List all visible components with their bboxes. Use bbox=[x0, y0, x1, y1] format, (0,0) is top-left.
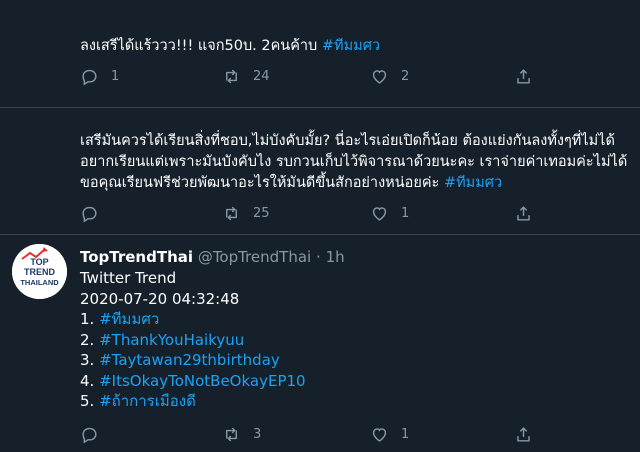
like-count: 1 bbox=[401, 426, 410, 442]
share-button[interactable] bbox=[514, 203, 533, 223]
retweet-button[interactable]: 25 bbox=[222, 203, 270, 223]
trend-rank: 1. bbox=[80, 310, 95, 328]
heart-icon bbox=[372, 69, 387, 84]
tweet-text: เสรีมันควรได้เรียนสิ่งที่ชอบ,ไม่บังคับมั… bbox=[80, 131, 628, 194]
hashtag-link[interactable]: #ItsOkayToNotBeOkayEP10 bbox=[99, 372, 305, 390]
trend-rank: 2. bbox=[80, 330, 95, 349]
hashtag-link[interactable]: #ทีมมศว bbox=[99, 310, 159, 328]
share-button[interactable] bbox=[514, 66, 533, 86]
retweet-count: 24 bbox=[253, 68, 270, 84]
like-button[interactable]: 2 bbox=[370, 66, 409, 86]
reply-button[interactable]: 1 bbox=[80, 66, 119, 86]
retweet-icon bbox=[226, 427, 237, 441]
tweet-body: Twitter Trend 2020-07-20 04:32:48 1. #ที… bbox=[80, 268, 306, 412]
logo-word-top: TOP bbox=[30, 257, 48, 267]
tweet-text: ลงเสรีได้แร้ววว!!! แจก50บ. 2คนค้าบ #ทีมม… bbox=[80, 36, 628, 57]
reply-count: 1 bbox=[111, 68, 120, 84]
reply-button[interactable] bbox=[80, 203, 111, 223]
share-icon bbox=[517, 426, 530, 442]
trend-timestamp: 2020-07-20 04:32:48 bbox=[80, 289, 240, 308]
like-button[interactable]: 1 bbox=[370, 424, 409, 444]
tweet-divider bbox=[0, 107, 640, 108]
hashtag-link[interactable]: #Taytawan29thbirthday bbox=[99, 351, 280, 369]
share-icon bbox=[517, 68, 530, 84]
display-name[interactable]: TopTrendThai bbox=[80, 248, 193, 266]
trend-item: 3. #Taytawan29thbirthday bbox=[80, 350, 306, 371]
tweet-header: TopTrendThai @TopTrendThai · 1h bbox=[80, 247, 345, 267]
like-button[interactable]: 1 bbox=[370, 203, 409, 223]
reply-icon bbox=[82, 427, 97, 444]
user-handle[interactable]: @TopTrendThai bbox=[198, 248, 311, 266]
retweet-count: 3 bbox=[253, 426, 262, 442]
trend-item: 5. #ถ้าการเมืองดี bbox=[80, 391, 306, 412]
retweet-button[interactable]: 3 bbox=[222, 424, 261, 444]
trend-item: 4. #ItsOkayToNotBeOkayEP10 bbox=[80, 371, 306, 392]
trend-rank: 3. bbox=[80, 351, 95, 369]
like-count: 2 bbox=[401, 68, 410, 84]
reply-icon bbox=[82, 206, 97, 223]
tweet-time[interactable]: 1h bbox=[326, 248, 345, 266]
tweet-body: ลงเสรีได้แร้ววว!!! แจก50บ. 2คนค้าบ bbox=[80, 38, 318, 54]
avatar[interactable]: TOP TREND THAILAND bbox=[12, 244, 67, 299]
trend-rank: 4. bbox=[80, 371, 95, 390]
retweet-icon bbox=[226, 206, 237, 220]
toptrendthai-logo: TOP TREND THAILAND bbox=[12, 244, 67, 299]
tweet-body: เสรีมันควรได้เรียนสิ่งที่ชอบ,ไม่บังคับมั… bbox=[80, 133, 628, 191]
hashtag-link[interactable]: #ถ้าการเมืองดี bbox=[99, 392, 196, 410]
separator-dot: · bbox=[316, 248, 321, 266]
heart-icon bbox=[372, 427, 387, 442]
hashtag-link[interactable]: #ทีมมศว bbox=[444, 175, 502, 191]
trend-title: Twitter Trend bbox=[80, 269, 177, 287]
retweet-icon bbox=[226, 69, 237, 83]
like-count: 1 bbox=[401, 205, 410, 221]
reply-button[interactable] bbox=[80, 424, 111, 444]
trend-item: 2. #ThankYouHaikyuu bbox=[80, 330, 306, 351]
trend-item: 1. #ทีมมศว bbox=[80, 309, 306, 330]
share-button[interactable] bbox=[514, 424, 533, 444]
hashtag-link[interactable]: #ทีมมศว bbox=[322, 38, 380, 54]
share-icon bbox=[517, 205, 530, 221]
retweet-button[interactable]: 24 bbox=[222, 66, 270, 86]
reply-icon bbox=[82, 69, 97, 86]
tweet-divider bbox=[0, 234, 640, 235]
logo-word-trend: TREND bbox=[24, 267, 55, 277]
heart-icon bbox=[372, 206, 387, 221]
hashtag-link[interactable]: #ThankYouHaikyuu bbox=[99, 331, 244, 349]
logo-word-thailand: THAILAND bbox=[20, 278, 59, 287]
trend-rank: 5. bbox=[80, 392, 95, 410]
retweet-count: 25 bbox=[253, 205, 270, 221]
